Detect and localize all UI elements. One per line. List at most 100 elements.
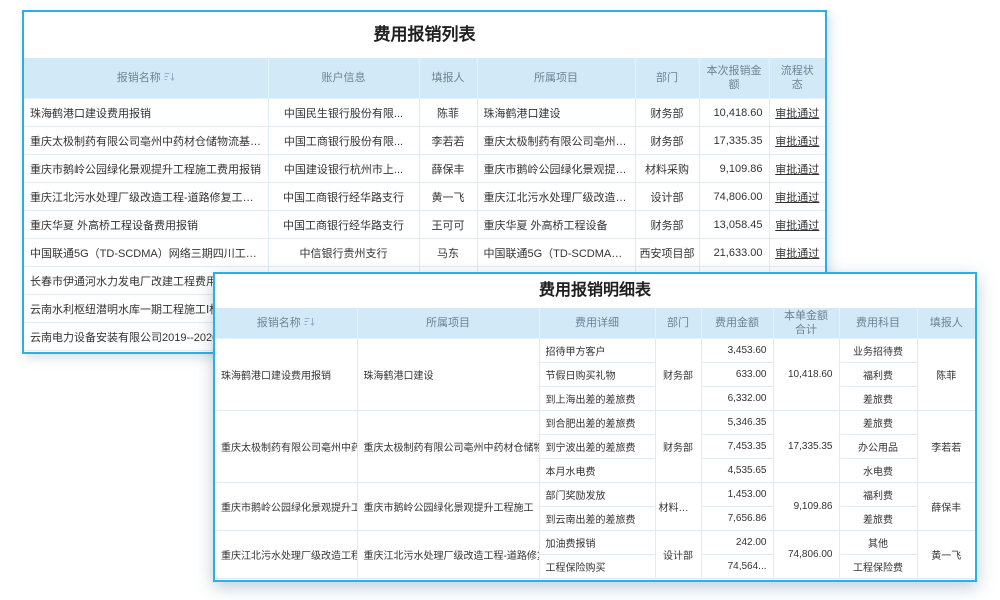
- department-cell[interactable]: 财务部: [635, 99, 699, 127]
- expense-detail-title: 费用报销明细表: [215, 274, 975, 308]
- department-cell[interactable]: 财务部: [635, 127, 699, 155]
- expense-name-link[interactable]: 重庆江北污水处理厂级改造工程-道路修复工程费用报销: [215, 531, 357, 579]
- amount-cell: 7,656.86: [701, 507, 773, 531]
- subject-cell: 差旅费: [839, 507, 917, 531]
- table-row: 重庆太极制药有限公司亳州中药材仓储物流基地项... 中国工商银行股份有限... …: [24, 127, 825, 155]
- detail-cell: 工程保险购买: [539, 555, 655, 579]
- sort-icon[interactable]: [164, 72, 175, 86]
- project-link[interactable]: 重庆市鹅岭公园绿化景观提升...: [477, 155, 635, 183]
- amount-cell: 74,806.00: [699, 183, 769, 211]
- column-header-name[interactable]: 报销名称: [215, 308, 357, 339]
- expense-list-title: 费用报销列表: [24, 12, 825, 58]
- reporter-link[interactable]: 黄一飞: [917, 531, 975, 579]
- amount-cell: 242.00: [701, 531, 773, 555]
- department-cell[interactable]: 西安项目部: [635, 239, 699, 267]
- column-header-project: 所属项目: [357, 308, 539, 339]
- column-header-dept: 部门: [655, 308, 701, 339]
- total-amount-cell: 17,335.35: [773, 411, 839, 483]
- subject-cell: 差旅费: [839, 387, 917, 411]
- expense-name-link[interactable]: 重庆华夏 外高桥工程设备费用报销: [24, 211, 268, 239]
- expense-name-link[interactable]: 重庆市鹅岭公园绿化景观提升工程施工费用报销: [24, 155, 268, 183]
- total-amount-cell: 74,806.00: [773, 531, 839, 579]
- expense-name-link[interactable]: 重庆江北污水处理厂级改造工程-道路修复工程费用...: [24, 183, 268, 211]
- reporter-link[interactable]: 陈菲: [419, 99, 477, 127]
- column-header-reporter: 填报人: [419, 58, 477, 99]
- status-link[interactable]: 审批通过: [769, 183, 825, 211]
- table-header-row: 报销名称 所属项目 费用详细 部门 费用金额 本单金额合计 费用科目 填报人: [215, 308, 975, 339]
- table-row: 重庆市鹅岭公园绿化景观提升工程 重庆市鹅岭公园绿化景观提升工程施工 部门奖励发放…: [215, 483, 975, 507]
- status-link[interactable]: 审批通过: [769, 239, 825, 267]
- department-cell[interactable]: 财务部: [635, 211, 699, 239]
- project-link[interactable]: 重庆江北污水处理厂级改造工...: [477, 183, 635, 211]
- column-header-account: 账户信息: [268, 58, 419, 99]
- amount-cell: 74,564...: [701, 555, 773, 579]
- detail-cell: 到宁波出差的差旅费: [539, 435, 655, 459]
- reporter-link[interactable]: 黄一飞: [419, 183, 477, 211]
- project-link[interactable]: 重庆太极制药有限公司亳州中...: [477, 127, 635, 155]
- detail-cell: 节假日购买礼物: [539, 363, 655, 387]
- department-cell: 财务部: [655, 411, 701, 483]
- status-link[interactable]: 审批通过: [769, 155, 825, 183]
- amount-cell: 21,633.00: [699, 239, 769, 267]
- detail-cell: 到上海出差的差旅费: [539, 387, 655, 411]
- expense-name-link[interactable]: 珠海鹤港口建设费用报销: [215, 339, 357, 411]
- table-row: 重庆江北污水处理厂级改造工程-道路修复工程费用... 中国工商银行经华路支行 黄…: [24, 183, 825, 211]
- expense-detail-table: 报销名称 所属项目 费用详细 部门 费用金额 本单金额合计 费用科目 填报人 珠…: [215, 308, 975, 579]
- sort-icon[interactable]: [304, 317, 315, 331]
- table-row: 重庆市鹅岭公园绿化景观提升工程施工费用报销 中国建设银行杭州市上... 薛保丰 …: [24, 155, 825, 183]
- table-row: 重庆太极制药有限公司亳州中药材 重庆太极制药有限公司亳州中药材仓储物流 到合肥出…: [215, 411, 975, 435]
- amount-cell: 3,453.60: [701, 339, 773, 363]
- project-link[interactable]: 重庆华夏 外高桥工程设备: [477, 211, 635, 239]
- expense-name-link[interactable]: 重庆太极制药有限公司亳州中药材仓储物流基地项...: [24, 127, 268, 155]
- project-link[interactable]: 珠海鹤港口建设: [357, 339, 539, 411]
- total-amount-cell: 10,418.60: [773, 339, 839, 411]
- expense-detail-panel: 费用报销明细表 报销名称 所属项目 费用详细 部门 费用金额 本单金额合计 费用…: [213, 272, 977, 582]
- project-link[interactable]: 重庆市鹅岭公园绿化景观提升工程施工: [357, 483, 539, 531]
- subject-cell: 业务招待费: [839, 339, 917, 363]
- table-row: 重庆华夏 外高桥工程设备费用报销 中国工商银行经华路支行 王可可 重庆华夏 外高…: [24, 211, 825, 239]
- expense-name-link[interactable]: 中国联通5G（TD-SCDMA）网络三期四川工程费...: [24, 239, 268, 267]
- project-link[interactable]: 重庆江北污水处理厂级改造工程-道路修复工程: [357, 531, 539, 579]
- expense-name-link[interactable]: 重庆市鹅岭公园绿化景观提升工程: [215, 483, 357, 531]
- status-link[interactable]: 审批通过: [769, 99, 825, 127]
- table-row: 珠海鹤港口建设费用报销 中国民生银行股份有限... 陈菲 珠海鹤港口建设 财务部…: [24, 99, 825, 127]
- amount-cell: 10,418.60: [699, 99, 769, 127]
- project-link[interactable]: 重庆太极制药有限公司亳州中药材仓储物流: [357, 411, 539, 483]
- table-row: 中国联通5G（TD-SCDMA）网络三期四川工程费... 中信银行贵州支行 马东…: [24, 239, 825, 267]
- reporter-link[interactable]: 李若若: [419, 127, 477, 155]
- account-info-cell: 中国工商银行经华路支行: [268, 211, 419, 239]
- department-cell[interactable]: 材料采购: [635, 155, 699, 183]
- reporter-link[interactable]: 薛保丰: [419, 155, 477, 183]
- status-link[interactable]: 审批通过: [769, 211, 825, 239]
- reporter-link[interactable]: 王可可: [419, 211, 477, 239]
- detail-cell: 部门奖励发放: [539, 483, 655, 507]
- expense-name-link[interactable]: 重庆太极制药有限公司亳州中药材: [215, 411, 357, 483]
- subject-cell: 其他: [839, 531, 917, 555]
- account-info-cell: 中国工商银行经华路支行: [268, 183, 419, 211]
- account-info-cell: 中国民生银行股份有限...: [268, 99, 419, 127]
- subject-cell: 福利费: [839, 483, 917, 507]
- status-link[interactable]: 审批通过: [769, 127, 825, 155]
- detail-cell: 本月水电费: [539, 459, 655, 483]
- amount-cell: 7,453.35: [701, 435, 773, 459]
- total-amount-cell: 9,109.86: [773, 483, 839, 531]
- expense-name-link[interactable]: 珠海鹤港口建设费用报销: [24, 99, 268, 127]
- column-header-name[interactable]: 报销名称: [24, 58, 268, 99]
- account-info-cell: 中国建设银行杭州市上...: [268, 155, 419, 183]
- amount-cell: 633.00: [701, 363, 773, 387]
- column-header-amount: 本次报销金额: [699, 58, 769, 99]
- account-info-cell: 中国工商银行股份有限...: [268, 127, 419, 155]
- detail-cell: 到云南出差的差旅费: [539, 507, 655, 531]
- reporter-link[interactable]: 李若若: [917, 411, 975, 483]
- reporter-link[interactable]: 马东: [419, 239, 477, 267]
- department-cell[interactable]: 设计部: [635, 183, 699, 211]
- column-header-project: 所属项目: [477, 58, 635, 99]
- reporter-link[interactable]: 陈菲: [917, 339, 975, 411]
- subject-cell: 福利费: [839, 363, 917, 387]
- detail-cell: 加油费报销: [539, 531, 655, 555]
- project-link[interactable]: 中国联通5G（TD-SCDMA）网...: [477, 239, 635, 267]
- project-link[interactable]: 珠海鹤港口建设: [477, 99, 635, 127]
- subject-cell: 工程保险费: [839, 555, 917, 579]
- reporter-link[interactable]: 薛保丰: [917, 483, 975, 531]
- column-header-dept: 部门: [635, 58, 699, 99]
